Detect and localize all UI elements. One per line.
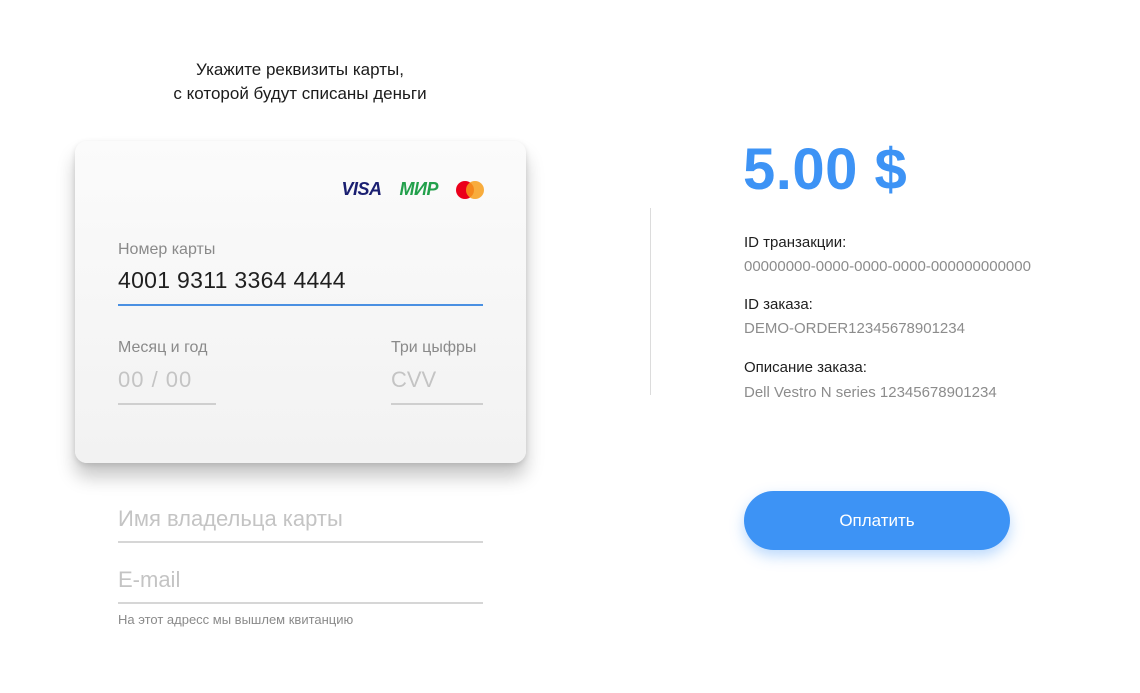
order-description-label: Описание заказа: — [744, 359, 867, 376]
payment-logos: VISA МИР — [342, 179, 484, 200]
cardholder-input[interactable]: Имя владельца карты — [118, 506, 483, 532]
cvv-label: Три цыфры — [391, 339, 477, 356]
transaction-id-value: 00000000-0000-0000-0000-000000000000 — [744, 258, 1031, 275]
order-id-label: ID заказа: — [744, 296, 813, 313]
vertical-divider — [650, 208, 651, 395]
cvv-input[interactable]: CVV — [391, 367, 436, 393]
heading-line-1: Укажите реквизиты карты, — [196, 60, 404, 79]
email-field[interactable]: E-mail — [118, 567, 483, 604]
card-number-input[interactable]: 4001 9311 3364 4444 — [118, 267, 346, 294]
card-form: VISA МИР Номер карты 4001 9311 3364 4444… — [75, 141, 526, 463]
card-number-label: Номер карты — [118, 241, 216, 258]
card-number-underline — [118, 304, 483, 306]
expiry-label: Месяц и год — [118, 339, 208, 356]
cardholder-field[interactable]: Имя владельца карты — [118, 506, 483, 543]
pay-button[interactable]: Оплатить — [744, 491, 1010, 550]
mastercard-icon — [456, 180, 484, 199]
heading-line-2: с которой будут списаны деньги — [173, 84, 427, 103]
order-id-value: DEMO-ORDER12345678901234 — [744, 320, 965, 337]
order-description-value: Dell Vestro N series 12345678901234 — [744, 384, 997, 401]
page-heading: Укажите реквизиты карты, с которой будут… — [100, 58, 500, 106]
email-input[interactable]: E-mail — [118, 567, 483, 593]
expiry-underline — [118, 403, 216, 405]
mir-logo: МИР — [399, 179, 439, 199]
payment-amount: 5.00 $ — [743, 137, 908, 202]
email-underline — [118, 602, 483, 604]
visa-logo: VISA — [341, 179, 383, 199]
transaction-id-label: ID транзакции: — [744, 234, 847, 251]
cvv-underline — [391, 403, 483, 405]
email-hint: На этот адресс мы вышлем квитанцию — [118, 612, 354, 627]
cardholder-underline — [118, 541, 483, 543]
expiry-input[interactable]: 00 / 00 — [118, 367, 192, 393]
payment-page: Укажите реквизиты карты, с которой будут… — [0, 0, 1140, 693]
